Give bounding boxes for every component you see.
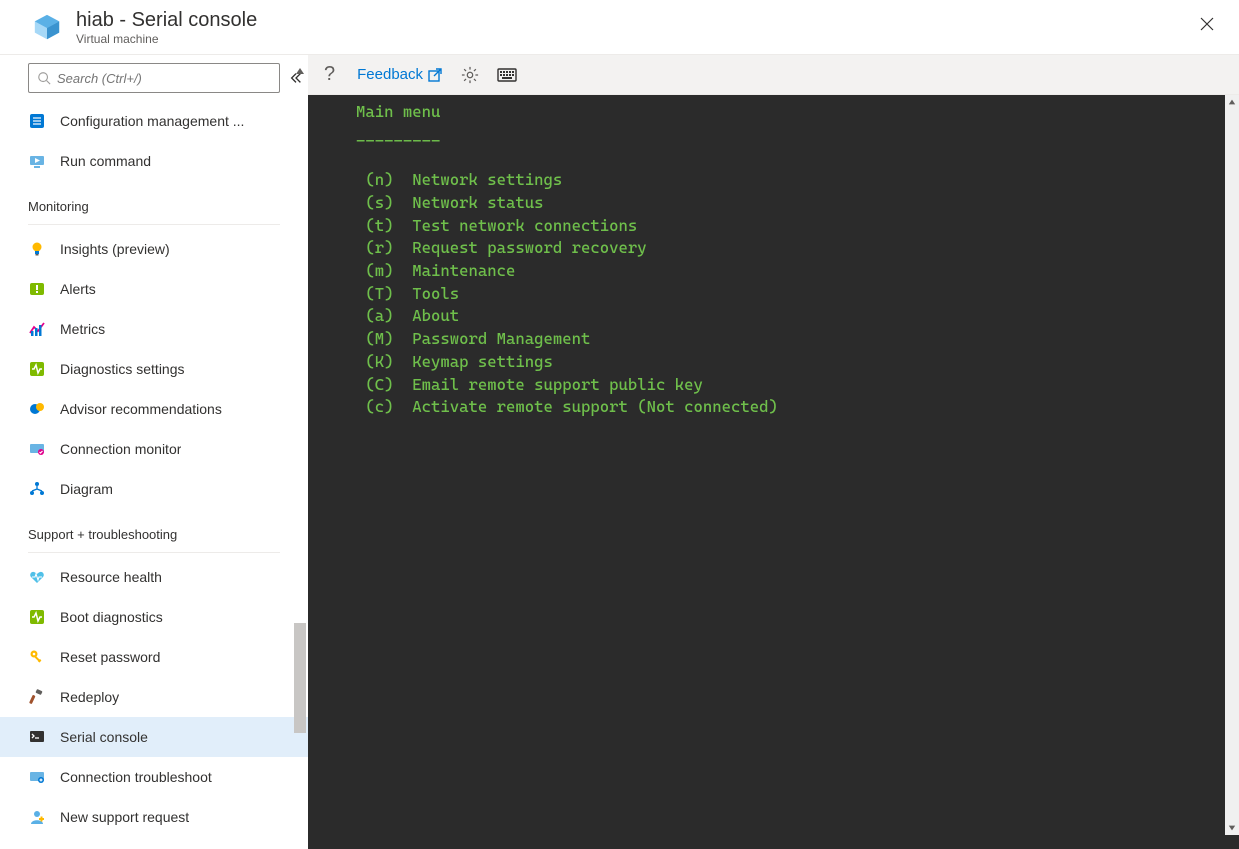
sidebar-item-label: New support request bbox=[60, 809, 189, 825]
page-subtitle: Virtual machine bbox=[76, 32, 257, 46]
connmon-icon bbox=[28, 440, 46, 458]
sidebar-item-label: Configuration management ... bbox=[60, 113, 244, 129]
sidebar-scrollbar[interactable] bbox=[292, 63, 308, 849]
sidebar-item-redeploy[interactable]: Redeploy bbox=[0, 677, 308, 717]
sidebar-item-label: Insights (preview) bbox=[60, 241, 170, 257]
page-title: hiab - Serial console bbox=[76, 8, 257, 32]
bulb-icon bbox=[28, 240, 46, 258]
advisor-icon bbox=[28, 400, 46, 418]
run-icon bbox=[28, 152, 46, 170]
alert-icon bbox=[28, 280, 46, 298]
metrics-icon bbox=[28, 320, 46, 338]
hammer-icon bbox=[28, 688, 46, 706]
diag-icon bbox=[28, 360, 46, 378]
sidebar-item-label: Diagnostics settings bbox=[60, 361, 185, 377]
toolbar: ? Feedback bbox=[308, 55, 1239, 95]
sidebar-item-label: Resource health bbox=[60, 569, 162, 585]
sidebar-item-insights[interactable]: Insights (preview) bbox=[0, 229, 308, 269]
sidebar-item-metrics[interactable]: Metrics bbox=[0, 309, 308, 349]
vm-icon bbox=[32, 12, 62, 42]
sidebar-item-label: Connection monitor bbox=[60, 441, 181, 457]
sidebar-item-diag[interactable]: Diagnostics settings bbox=[0, 349, 308, 389]
sidebar-item-label: Redeploy bbox=[60, 689, 119, 705]
conntrouble-icon bbox=[28, 768, 46, 786]
header-text: hiab - Serial console Virtual machine bbox=[76, 8, 257, 46]
sidebar: Configuration management ... Run command M… bbox=[0, 55, 308, 849]
heart-icon bbox=[28, 568, 46, 586]
help-button[interactable]: ? bbox=[320, 63, 339, 86]
external-link-icon bbox=[427, 67, 443, 83]
sidebar-item-resetpw[interactable]: Reset password bbox=[0, 637, 308, 677]
feedback-label: Feedback bbox=[357, 66, 423, 83]
sidebar-section-support: Support + troubleshooting bbox=[0, 509, 308, 548]
close-button[interactable] bbox=[1191, 12, 1223, 41]
terminal-wrap: Main menu _________ (n) Network settings… bbox=[308, 95, 1239, 849]
scroll-arrow-down-icon[interactable] bbox=[1225, 821, 1239, 835]
search-input-wrapper[interactable] bbox=[28, 63, 280, 93]
sidebar-item-diagram[interactable]: Diagram bbox=[0, 469, 308, 509]
support-icon bbox=[28, 808, 46, 826]
sidebar-item-label: Connection troubleshoot bbox=[60, 769, 212, 785]
sidebar-item-connmon[interactable]: Connection monitor bbox=[0, 429, 308, 469]
sidebar-item-label: Metrics bbox=[60, 321, 105, 337]
serial-console-terminal[interactable]: Main menu _________ (n) Network settings… bbox=[308, 95, 1223, 829]
sidebar-item-run-command[interactable]: Run command bbox=[0, 141, 308, 181]
feedback-button[interactable]: Feedback bbox=[357, 66, 443, 83]
sidebar-item-label: Reset password bbox=[60, 649, 160, 665]
keyboard-icon bbox=[497, 68, 517, 82]
sidebar-item-alerts[interactable]: Alerts bbox=[0, 269, 308, 309]
list-blue-icon bbox=[28, 112, 46, 130]
sidebar-item-bootdiag[interactable]: Boot diagnostics bbox=[0, 597, 308, 637]
sidebar-item-label: Advisor recommendations bbox=[60, 401, 222, 417]
settings-button[interactable] bbox=[461, 66, 479, 84]
sidebar-item-advisor[interactable]: Advisor recommendations bbox=[0, 389, 308, 429]
sidebar-item-label: Alerts bbox=[60, 281, 96, 297]
sidebar-section-monitoring: Monitoring bbox=[0, 181, 308, 220]
diagram-icon bbox=[28, 480, 46, 498]
close-icon bbox=[1199, 16, 1215, 32]
sidebar-item-conntrouble[interactable]: Connection troubleshoot bbox=[0, 757, 308, 797]
scroll-arrow-up-icon[interactable] bbox=[1225, 95, 1239, 109]
search-icon bbox=[37, 71, 51, 85]
sidebar-item-label: Diagram bbox=[60, 481, 113, 497]
sidebar-item-config-mgmt[interactable]: Configuration management ... bbox=[0, 101, 308, 141]
sidebar-item-serial[interactable]: Serial console bbox=[0, 717, 308, 757]
keyboard-button[interactable] bbox=[497, 68, 517, 82]
terminal-scrollbar[interactable] bbox=[1225, 95, 1239, 835]
search-input[interactable] bbox=[57, 71, 271, 86]
console-icon bbox=[28, 728, 46, 746]
scroll-thumb[interactable] bbox=[294, 623, 306, 733]
blade-header: hiab - Serial console Virtual machine bbox=[0, 0, 1239, 54]
key-icon bbox=[28, 648, 46, 666]
sidebar-item-reshealth[interactable]: Resource health bbox=[0, 557, 308, 597]
gear-icon bbox=[461, 66, 479, 84]
scroll-arrow-up-icon[interactable] bbox=[292, 63, 308, 79]
sidebar-nav: Configuration management ... Run command M… bbox=[0, 101, 308, 849]
content-pane: ? Feedback Main menu _________ (n) Netwo… bbox=[308, 55, 1239, 849]
sidebar-item-label: Serial console bbox=[60, 729, 148, 745]
sidebar-item-newsupport[interactable]: New support request bbox=[0, 797, 308, 837]
sidebar-item-label: Boot diagnostics bbox=[60, 609, 163, 625]
sidebar-item-label: Run command bbox=[60, 153, 151, 169]
bootdiag-icon bbox=[28, 608, 46, 626]
